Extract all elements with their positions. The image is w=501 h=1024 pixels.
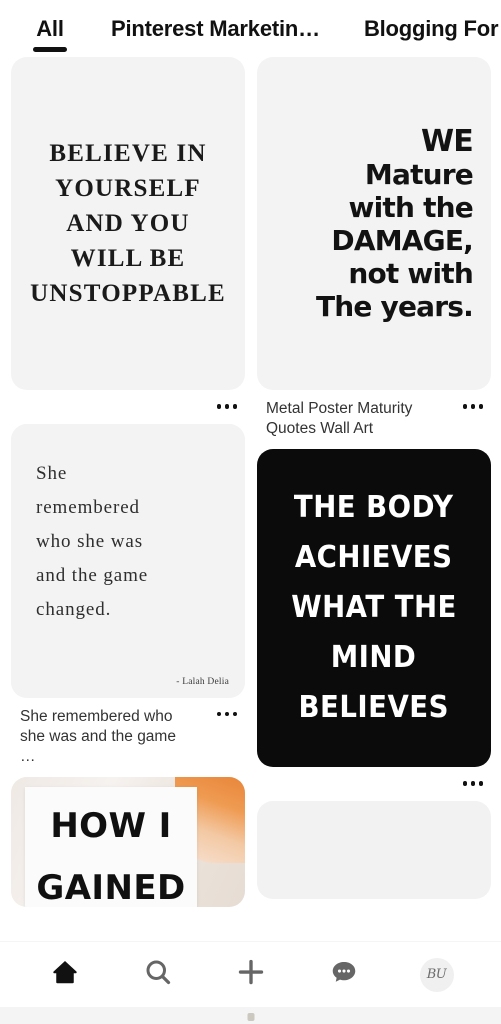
photo-artwork: HOW I GAINED [11, 776, 245, 907]
pin-column-left: BELIEVE IN YOURSELF AND YOU WILL BE UNST… [11, 57, 245, 917]
dot [216, 404, 221, 409]
pin-card[interactable] [257, 800, 491, 899]
quote-line: WILL BE [70, 245, 186, 272]
pin-title: She remembered who she was and the game … [20, 707, 176, 765]
tab-inactive-indicator [425, 47, 459, 52]
nav-home-button[interactable] [34, 949, 96, 1001]
pin-image-she-remembered[interactable]: She remembered who she was and the game … [11, 423, 245, 698]
pin-column-right: WE Mature with the DAMAGE, not with The … [257, 57, 491, 909]
pin-feed-grid[interactable]: BELIEVE IN YOURSELF AND YOU WILL BE UNST… [0, 57, 501, 941]
quote-line: The years. [315, 289, 474, 323]
dot [224, 404, 229, 409]
pin-image-how-i-gained[interactable]: HOW I GAINED [11, 776, 245, 907]
pin-image-placeholder[interactable] [257, 800, 491, 899]
quote-line: MIND [331, 640, 417, 675]
tab-blogging-for-beginners[interactable]: Blogging For B [364, 0, 501, 52]
quote-line: GAINED [36, 867, 186, 907]
quote-line: and the game [36, 564, 149, 586]
pin-image-we-mature[interactable]: WE Mature with the DAMAGE, not with The … [257, 57, 491, 390]
quote-artwork: BELIEVE IN YOURSELF AND YOU WILL BE UNST… [11, 57, 245, 390]
pin-overflow-menu-icon[interactable] [211, 707, 242, 722]
quote-artwork: WE Mature with the DAMAGE, not with The … [257, 57, 491, 390]
quote-line: BELIEVE IN [49, 140, 207, 167]
quote-line: WE [421, 123, 474, 159]
tab-pinterest-marketing-label: Pinterest Marketin… [111, 16, 320, 41]
pin-card[interactable]: THE BODY ACHIEVES WHAT THE MIND BELIEVES [257, 449, 491, 791]
quote-artwork: She remembered who she was and the game … [11, 423, 245, 698]
quote-line: with the [348, 190, 474, 224]
quote-line: YOURSELF [55, 175, 201, 202]
dot [462, 404, 467, 409]
dot [470, 404, 475, 409]
dot [462, 781, 467, 786]
pinterest-home-screen: All Pinterest Marketin… Blogging For B B… [0, 0, 501, 1024]
quote-line: HOW I [50, 805, 172, 846]
pin-card[interactable]: WE Mature with the DAMAGE, not with The … [257, 57, 491, 439]
tab-all[interactable]: All [33, 0, 67, 52]
dot [232, 711, 237, 716]
pin-card[interactable]: BELIEVE IN YOURSELF AND YOU WILL BE UNST… [11, 57, 245, 414]
quote-line: Mature [364, 157, 474, 191]
dot [478, 404, 483, 409]
dot [478, 781, 483, 786]
nav-search-button[interactable] [127, 949, 189, 1001]
category-tab-bar[interactable]: All Pinterest Marketin… Blogging For B [0, 0, 501, 57]
quote-line: remembered [36, 496, 140, 518]
tab-all-label: All [36, 16, 64, 41]
pin-footer: Metal Poster Maturity Quotes Wall Art [257, 390, 491, 439]
tab-pinterest-marketing[interactable]: Pinterest Marketin… [111, 0, 320, 52]
nav-create-button[interactable] [220, 949, 282, 1001]
dot [216, 711, 221, 716]
pin-image-believe-in-yourself[interactable]: BELIEVE IN YOURSELF AND YOU WILL BE UNST… [11, 57, 245, 390]
quote-line: She [36, 462, 68, 484]
dot [470, 781, 475, 786]
quote-line: DAMAGE, [331, 223, 473, 257]
pin-image-body-achieves[interactable]: THE BODY ACHIEVES WHAT THE MIND BELIEVES [257, 449, 491, 767]
search-icon [143, 957, 173, 992]
quote-line: AND YOU [66, 210, 190, 237]
avatar: BU [419, 957, 454, 992]
tab-blogging-for-beginners-label: Blogging For B [363, 16, 501, 41]
system-navigation-bar [0, 1007, 501, 1024]
pin-card[interactable]: HOW I GAINED [11, 776, 245, 907]
pin-card[interactable]: She remembered who she was and the game … [11, 423, 245, 767]
nav-messages-button[interactable] [313, 949, 375, 1001]
nav-profile-button[interactable]: BU [406, 949, 468, 1001]
tab-active-indicator [33, 47, 67, 52]
gesture-handle-icon[interactable] [247, 1013, 254, 1021]
chat-bubble-icon [329, 957, 359, 992]
dot [232, 404, 237, 409]
pin-footer [11, 390, 245, 414]
avatar-initials: BU [426, 967, 447, 982]
quote-line: WHAT THE [291, 590, 457, 625]
pin-footer [257, 767, 491, 791]
pin-overflow-menu-icon[interactable] [457, 399, 488, 414]
quote-line: ACHIEVES [295, 540, 453, 575]
tab-inactive-indicator [198, 47, 232, 52]
quote-line: changed. [36, 598, 112, 620]
plus-icon [236, 957, 266, 992]
pin-footer: She remembered who she was and the game … [11, 698, 245, 767]
dot [224, 711, 229, 716]
pin-overflow-menu-icon[interactable] [211, 399, 242, 414]
quote-line: UNSTOPPABLE [30, 280, 226, 307]
home-icon [50, 957, 80, 992]
quote-line: not with [348, 256, 473, 290]
quote-line: THE BODY [294, 490, 454, 525]
quote-artwork: THE BODY ACHIEVES WHAT THE MIND BELIEVES [257, 449, 491, 767]
pin-overflow-menu-icon[interactable] [457, 776, 488, 791]
pin-title: Metal Poster Maturity Quotes Wall Art [266, 400, 413, 437]
quote-line: BELIEVES [298, 690, 450, 725]
quote-attribution: - Lalah Delia [176, 676, 229, 687]
quote-line: who she was [36, 530, 143, 552]
bottom-navigation-bar[interactable]: BU [0, 941, 501, 1007]
